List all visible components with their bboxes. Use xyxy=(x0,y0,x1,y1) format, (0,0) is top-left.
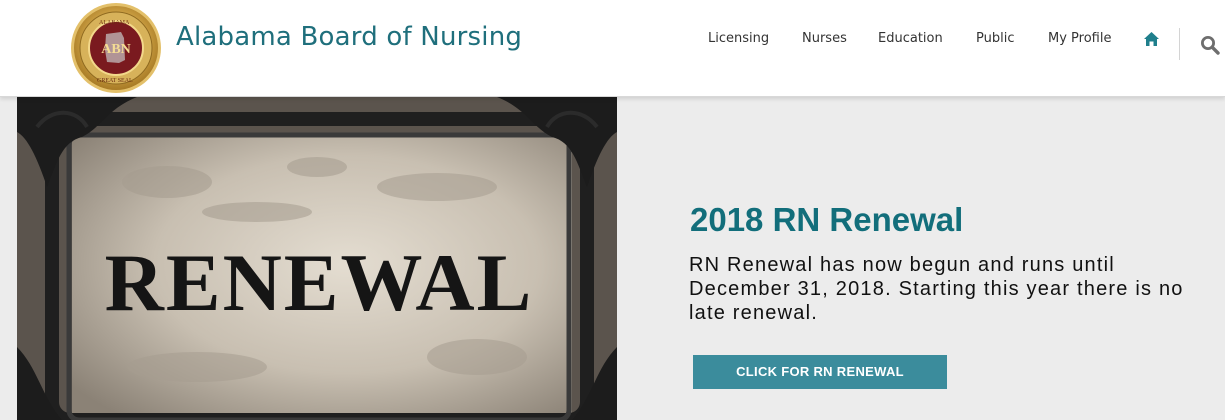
site-title[interactable]: Alabama Board of Nursing xyxy=(176,22,522,52)
nav-licensing[interactable]: Licensing xyxy=(708,31,769,46)
hero-banner: RENEWAL 2018 RN Renewal RN Renewal has n… xyxy=(0,97,1225,420)
nav-nurses[interactable]: Nurses xyxy=(802,31,847,46)
hero-title: 2018 RN Renewal xyxy=(690,201,964,238)
seal-ring-bottom: GREAT SEAL xyxy=(97,78,133,84)
search-icon[interactable] xyxy=(1200,35,1220,55)
home-icon[interactable] xyxy=(1143,31,1160,47)
nav-my-profile[interactable]: My Profile xyxy=(1048,31,1111,46)
nav-divider xyxy=(1179,28,1180,60)
renewal-banner-image: RENEWAL xyxy=(17,97,617,420)
seal-logo[interactable]: ALABAMA ABN GREAT SEAL xyxy=(69,2,163,94)
nav-education[interactable]: Education xyxy=(878,31,943,46)
rn-renewal-button[interactable]: CLICK FOR RN RENEWAL xyxy=(693,355,947,389)
seal-ring-top: ALABAMA xyxy=(99,20,130,26)
nav-public[interactable]: Public xyxy=(976,31,1014,46)
hero-description: RN Renewal has now begun and runs until … xyxy=(689,254,1184,324)
seal-monogram: ABN xyxy=(101,42,131,57)
site-header: ALABAMA ABN GREAT SEAL Alabama Board of … xyxy=(0,0,1225,97)
banner-word: RENEWAL xyxy=(105,237,534,328)
